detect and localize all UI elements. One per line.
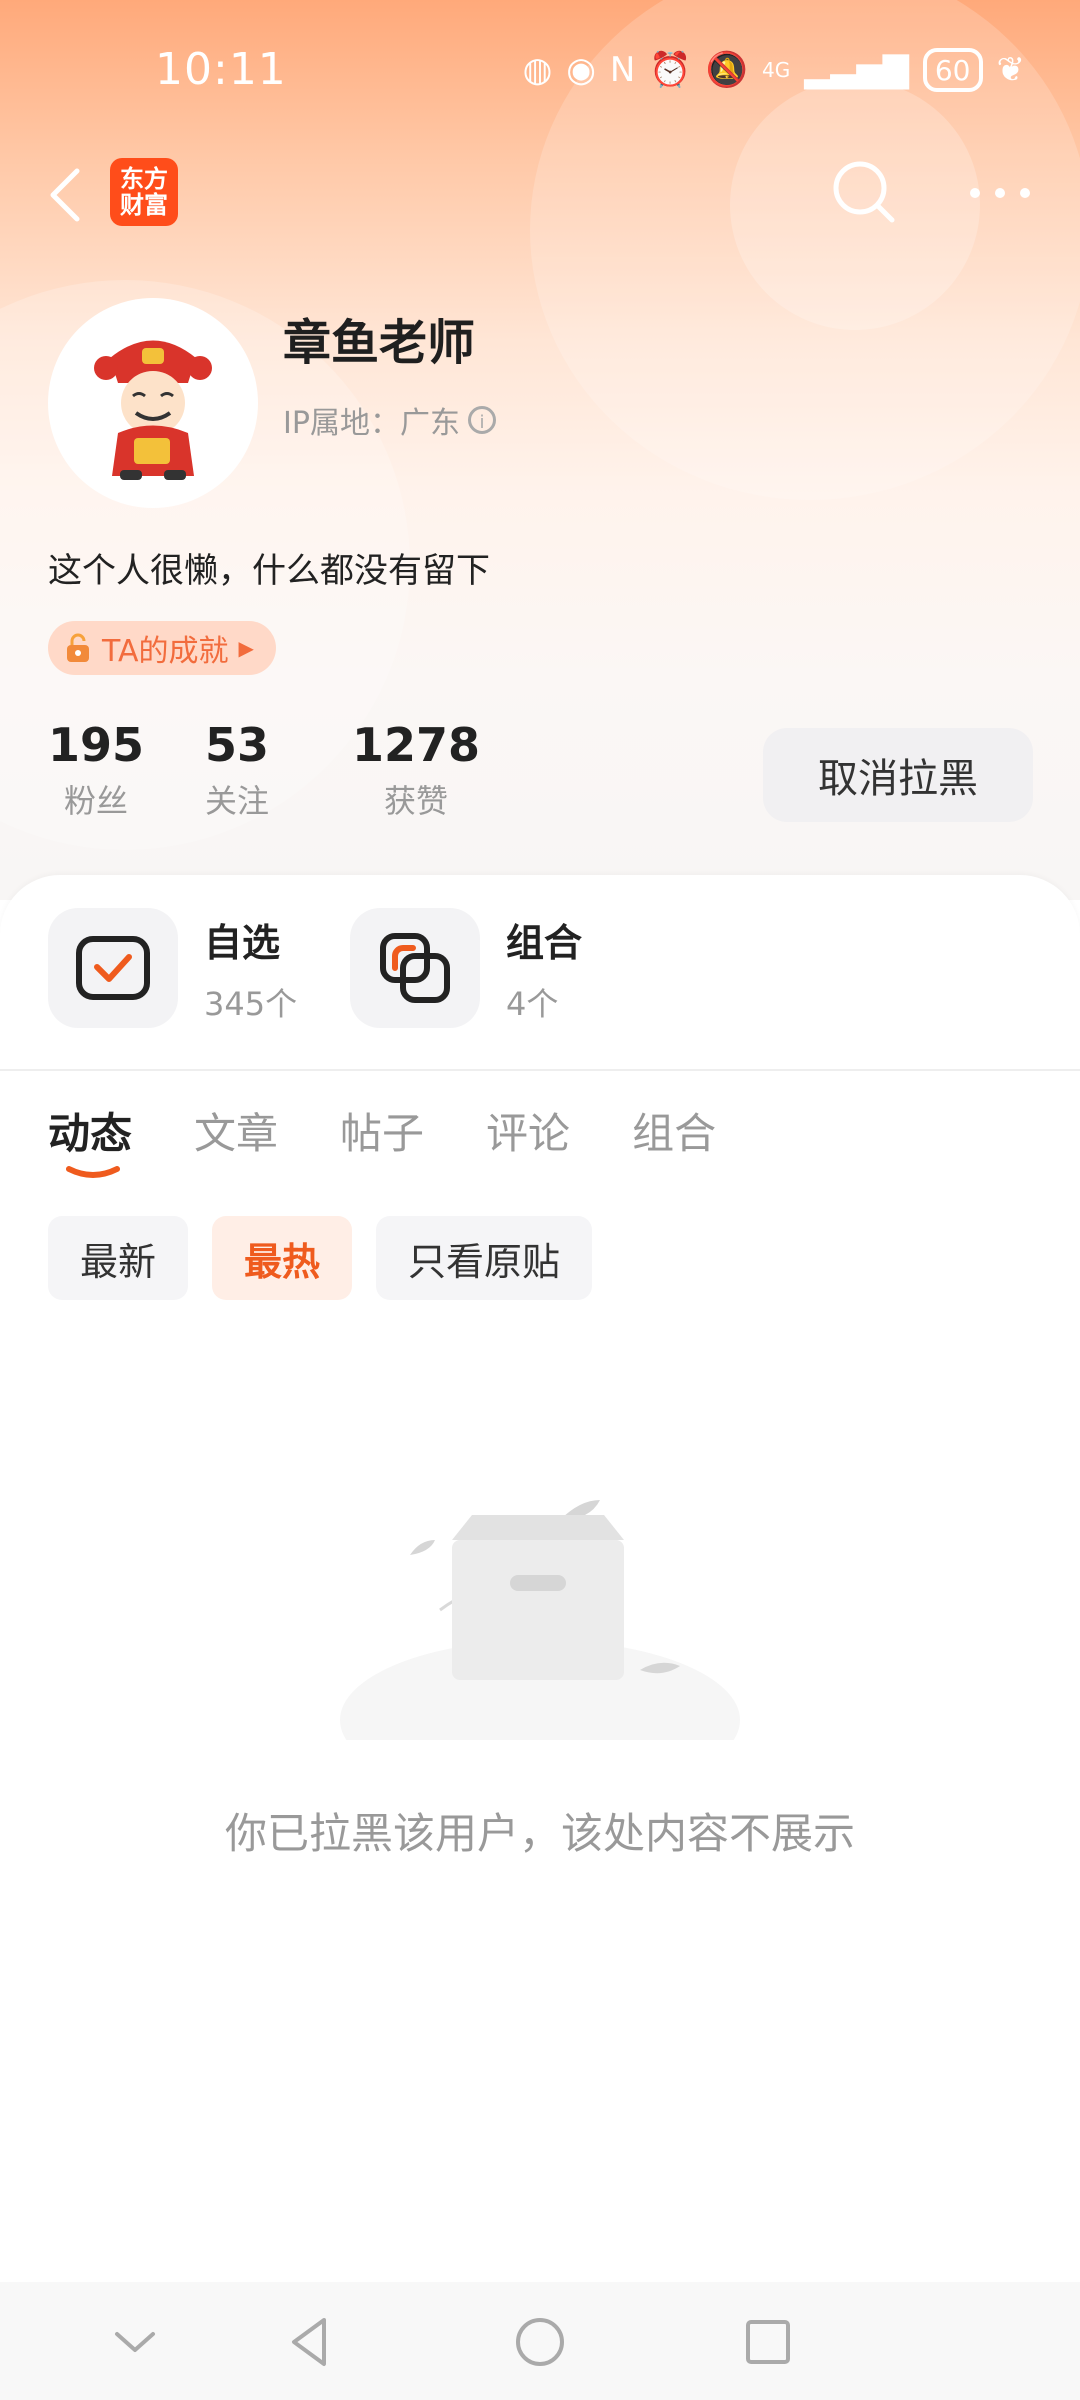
- stat-value: 53: [205, 718, 270, 772]
- caret-right-icon: ▶: [238, 636, 254, 660]
- app-logo: 东方 财富: [110, 158, 178, 226]
- search-icon[interactable]: [830, 158, 900, 228]
- leaf-icon: ❦: [996, 50, 1026, 90]
- alarm-icon: ⏰: [649, 50, 692, 90]
- status-time: 10:11: [155, 44, 287, 95]
- watchlist-check-icon: [76, 936, 150, 1000]
- achievement-badge[interactable]: TA的成就 ▶: [48, 621, 276, 675]
- logo-text-bottom: 财富: [120, 191, 168, 219]
- achievement-label: TA的成就: [102, 634, 229, 669]
- tab-portfolios[interactable]: 组合: [632, 1100, 716, 1161]
- filter-hottest[interactable]: 最热: [212, 1216, 353, 1300]
- nav-recents-icon[interactable]: [738, 2312, 798, 2372]
- status-icons: ◍ ◉ N ⏰ 🔕 4G ▂▃▅▇ 60 ❦: [523, 48, 1025, 92]
- stat-value: 1278: [352, 718, 481, 772]
- stat-value: 195: [48, 718, 145, 772]
- more-options-icon[interactable]: [965, 178, 1035, 208]
- nav-back-icon[interactable]: [280, 2312, 340, 2372]
- active-tab-indicator: [66, 1166, 120, 1178]
- lock-icon: [67, 633, 89, 662]
- logo-text-top: 东方: [120, 165, 168, 193]
- user-name: 章鱼老师: [283, 315, 476, 371]
- unblock-button[interactable]: 取消拉黑: [763, 728, 1033, 822]
- stat-likes[interactable]: 1278 获赞: [352, 718, 480, 822]
- filter-latest[interactable]: 最新: [48, 1216, 189, 1300]
- watchlist-shortcut[interactable]: 自选 345个: [48, 908, 297, 1028]
- nfc-icon: N: [609, 50, 636, 90]
- avatar-image: [94, 340, 212, 480]
- tab-posts[interactable]: 帖子: [340, 1100, 424, 1161]
- watchlist-count: 345个: [204, 984, 298, 1023]
- info-icon[interactable]: i: [467, 406, 496, 434]
- stat-following[interactable]: 53 关注: [205, 718, 269, 822]
- tab-comments[interactable]: 评论: [486, 1100, 570, 1161]
- data-saver-icon: ◍: [522, 50, 553, 90]
- stat-label: 粉丝: [64, 782, 129, 820]
- tab-dynamics[interactable]: 动态: [48, 1100, 132, 1161]
- signal-icon: ▂▃▅▇: [804, 50, 909, 90]
- eye-icon: ◉: [566, 50, 596, 90]
- user-bio: 这个人很懒，什么都没有留下: [48, 551, 490, 591]
- nav-home-icon[interactable]: [510, 2312, 570, 2372]
- watchlist-title: 自选: [204, 920, 281, 965]
- stat-followers[interactable]: 195 粉丝: [48, 718, 144, 822]
- mute-icon: 🔕: [705, 50, 749, 90]
- avatar[interactable]: [48, 298, 258, 508]
- divider: [0, 1069, 1080, 1071]
- stat-label: 关注: [205, 782, 270, 820]
- network-label: 4G: [762, 58, 791, 82]
- battery-level: 60: [934, 53, 971, 87]
- portfolio-icon: [380, 933, 450, 1003]
- portfolio-count: 4个: [506, 984, 559, 1023]
- ip-location: IP属地：广东 i: [283, 398, 496, 442]
- back-arrow-icon[interactable]: [45, 165, 85, 225]
- status-bar: 10:11 ◍ ◉ N ⏰ 🔕 4G ▂▃▅▇ 60 ❦: [0, 0, 1080, 150]
- ip-location-text: IP属地：广东: [283, 406, 460, 441]
- content-tabs: 动态 文章 帖子 评论 组合: [48, 1100, 716, 1161]
- portfolio-title: 组合: [506, 920, 583, 965]
- portfolio-shortcut[interactable]: 组合 4个: [350, 908, 582, 1028]
- filter-original-only[interactable]: 只看原贴: [376, 1216, 593, 1300]
- tab-articles[interactable]: 文章: [194, 1100, 278, 1161]
- empty-box-illustration: [340, 1500, 740, 1740]
- chevron-down-icon[interactable]: [105, 2312, 165, 2372]
- watchlist-icon-box: [48, 908, 178, 1028]
- empty-state-message: 你已拉黑该用户，该处内容不展示: [224, 1809, 855, 1858]
- filter-chips: 最新 最热 只看原贴: [48, 1216, 593, 1300]
- stat-label: 获赞: [384, 782, 449, 820]
- portfolio-icon-box: [350, 908, 480, 1028]
- battery-icon: 60: [922, 48, 983, 92]
